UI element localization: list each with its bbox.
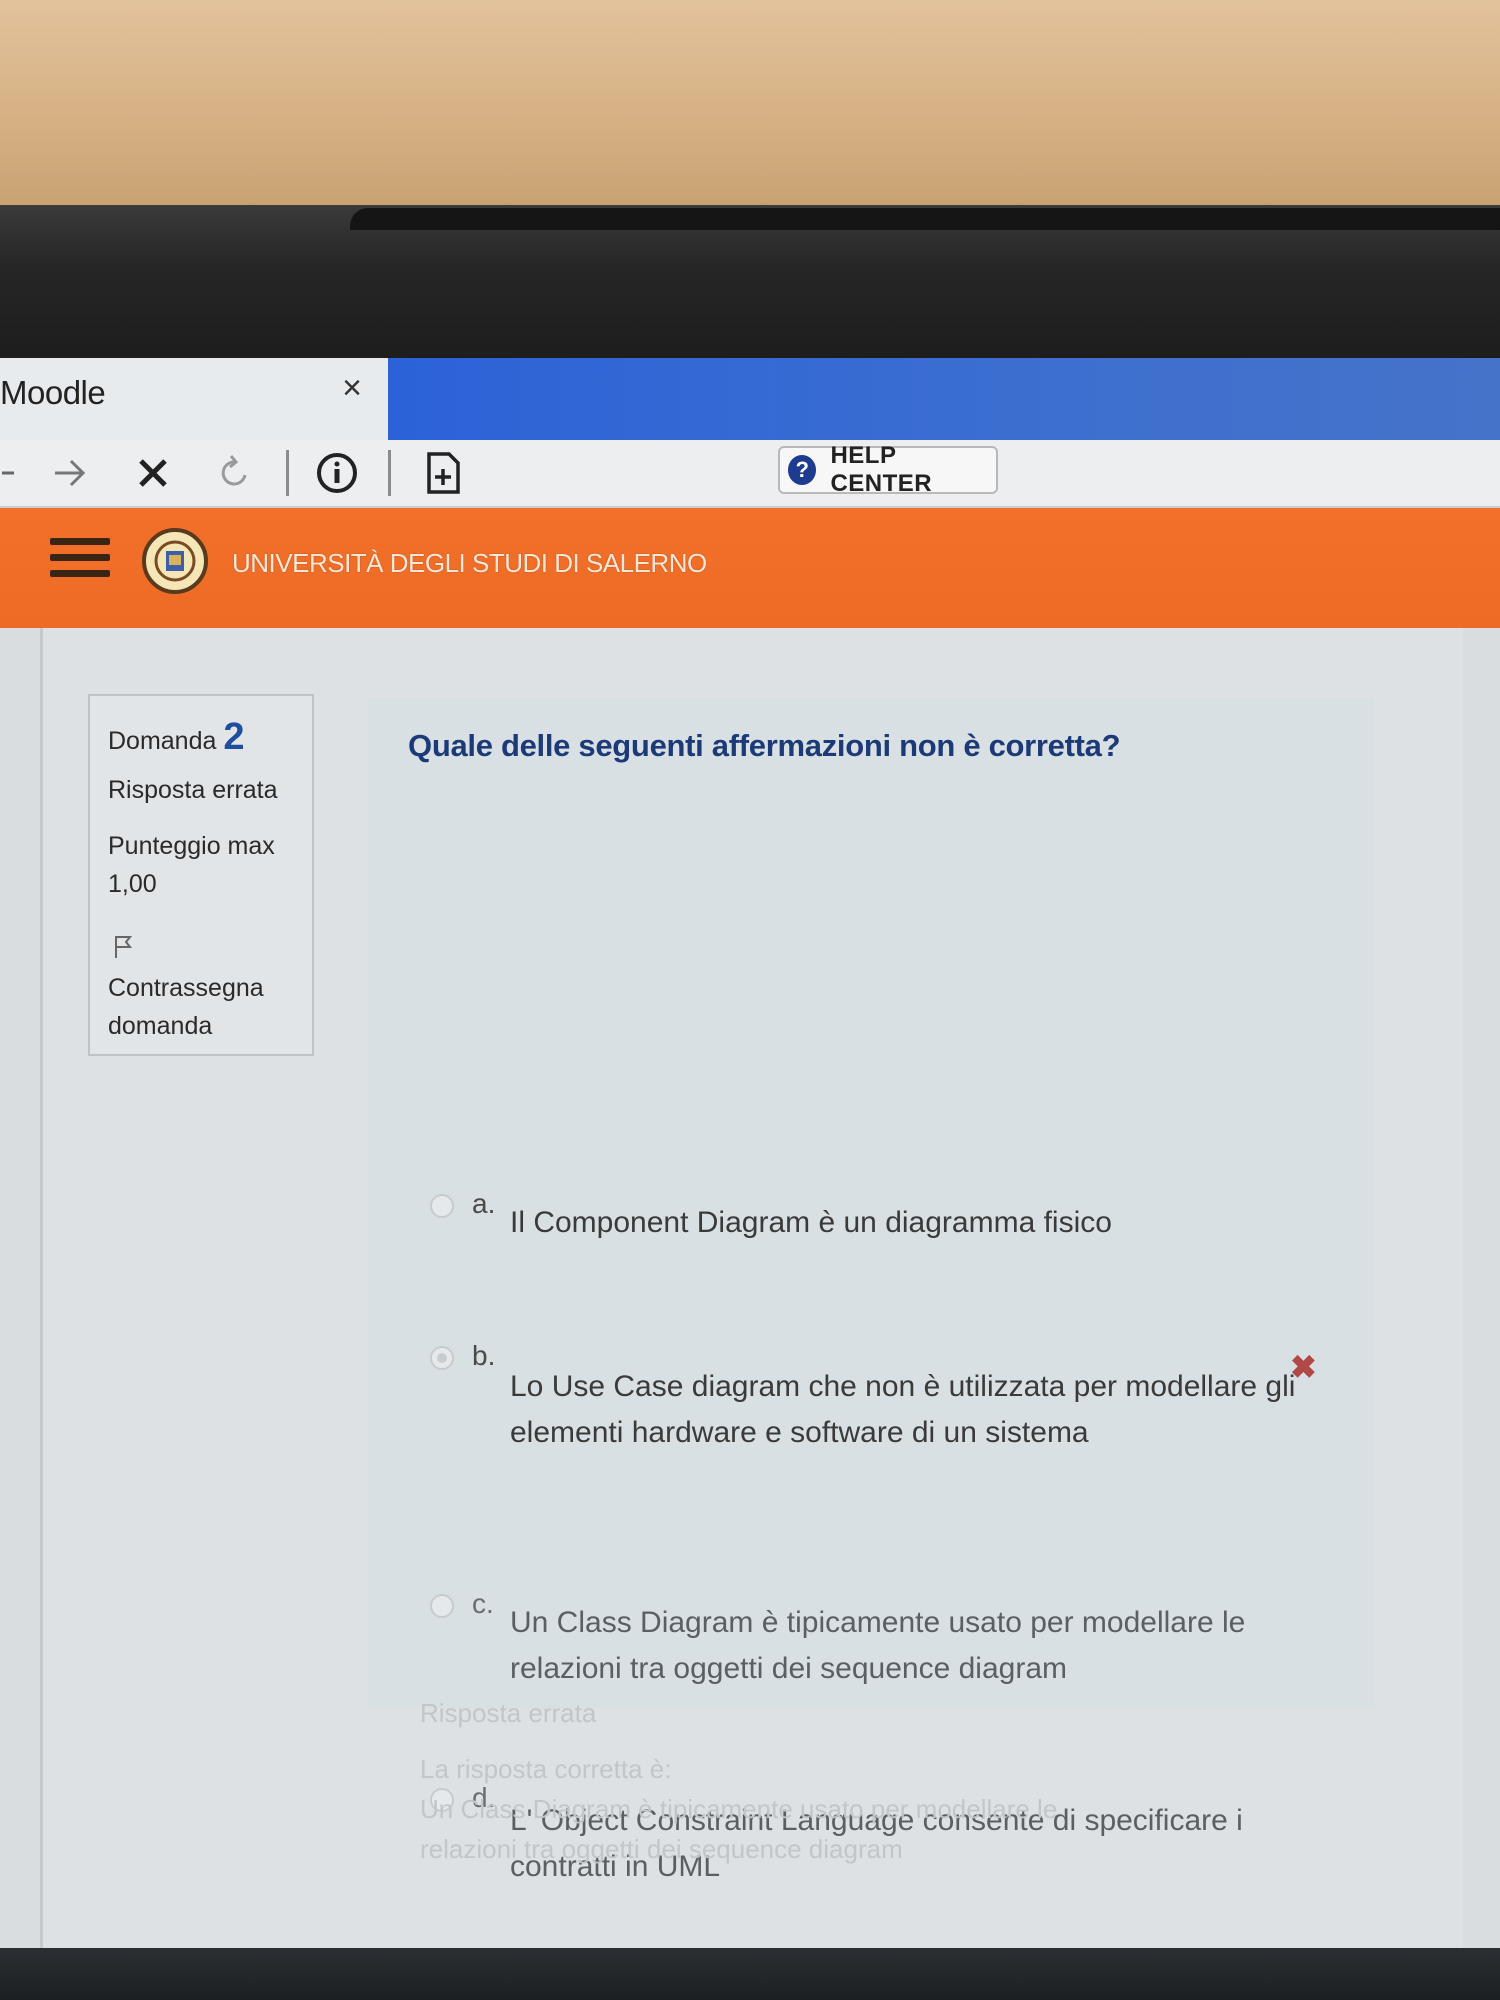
- answer-option-b[interactable]: b. Lo Use Case diagram che non è utilizz…: [430, 1340, 1330, 1490]
- correct-answer-line1: Un Class Diagram è tipicamente usato per…: [420, 1794, 1058, 1824]
- wrong-answer-icon: ✖: [1290, 1349, 1317, 1385]
- correct-answer-line2: relazioni tra oggetti dei sequence diagr…: [420, 1834, 903, 1864]
- radio-b[interactable]: [430, 1346, 454, 1370]
- menu-icon[interactable]: [50, 538, 110, 588]
- question-info-panel: Domanda 2 Risposta errata Punteggio max …: [88, 694, 314, 1056]
- site-header: UNIVERSITÀ DEGLI STUDI DI SALERNO: [0, 508, 1500, 628]
- tab-close-button[interactable]: ×: [330, 366, 374, 410]
- question-number-row: Domanda 2: [108, 716, 245, 759]
- correct-answer-intro: La risposta corretta è:: [420, 1754, 672, 1784]
- radio-a[interactable]: [430, 1194, 454, 1218]
- option-letter: a.: [472, 1188, 496, 1219]
- monitor-bottom-bezel: [0, 1948, 1500, 2000]
- reload-icon[interactable]: [210, 448, 260, 498]
- option-text: Lo Use Case diagram che non è utilizzata…: [510, 1370, 1296, 1449]
- university-name[interactable]: UNIVERSITÀ DEGLI STUDI DI SALERNO: [232, 548, 707, 579]
- answer-option-c[interactable]: c. Un Class Diagram è tipicamente usato …: [430, 1588, 1330, 1698]
- score-value: 1,00: [108, 870, 157, 898]
- question-label: Domanda: [108, 727, 217, 755]
- screen: Moodle × ? HELP CENTER UNIVERSITÀ DEGLI …: [0, 358, 1500, 1948]
- flag-question-link-line1[interactable]: Contrassegna: [108, 974, 264, 1003]
- option-text: Il Component Diagram è un diagramma fisi…: [510, 1206, 1112, 1239]
- question-status: Risposta errata: [108, 776, 278, 804]
- new-page-icon[interactable]: [418, 448, 468, 498]
- question-text: Quale delle seguenti affermazioni non è …: [408, 728, 1121, 763]
- tab-title: Moodle: [0, 374, 106, 411]
- option-letter: b.: [472, 1340, 496, 1371]
- option-text: Un Class Diagram è tipicamente usato per…: [510, 1606, 1246, 1685]
- forward-icon[interactable]: [44, 448, 94, 498]
- tab-strip: Moodle ×: [0, 358, 1500, 440]
- help-center-button[interactable]: ? HELP CENTER: [778, 442, 998, 497]
- info-icon[interactable]: [312, 448, 362, 498]
- radio-c[interactable]: [430, 1594, 454, 1618]
- stop-icon[interactable]: [128, 448, 178, 498]
- answer-option-a[interactable]: a. Il Component Diagram è un diagramma f…: [430, 1188, 1330, 1248]
- flag-question-link-line2[interactable]: domanda: [108, 1012, 212, 1041]
- browser-tab[interactable]: Moodle ×: [0, 358, 388, 440]
- flag-icon[interactable]: [112, 934, 134, 966]
- option-letter: c.: [472, 1588, 494, 1619]
- back-icon[interactable]: [0, 448, 20, 498]
- feedback-status: Risposta errata: [420, 1698, 597, 1728]
- toolbar-separator: [286, 450, 289, 496]
- browser-toolbar: ? HELP CENTER: [0, 440, 1500, 508]
- toolbar-separator: [388, 450, 391, 496]
- question-number: 2: [223, 716, 245, 758]
- score-label: Punteggio max: [108, 832, 275, 860]
- background-wall: [0, 0, 1500, 205]
- bezel-edge: [350, 208, 1500, 230]
- university-logo[interactable]: [142, 528, 208, 594]
- help-icon: ?: [788, 455, 817, 485]
- page-content: Domanda 2 Risposta errata Punteggio max …: [0, 628, 1500, 1948]
- help-center-label: HELP CENTER: [830, 442, 933, 497]
